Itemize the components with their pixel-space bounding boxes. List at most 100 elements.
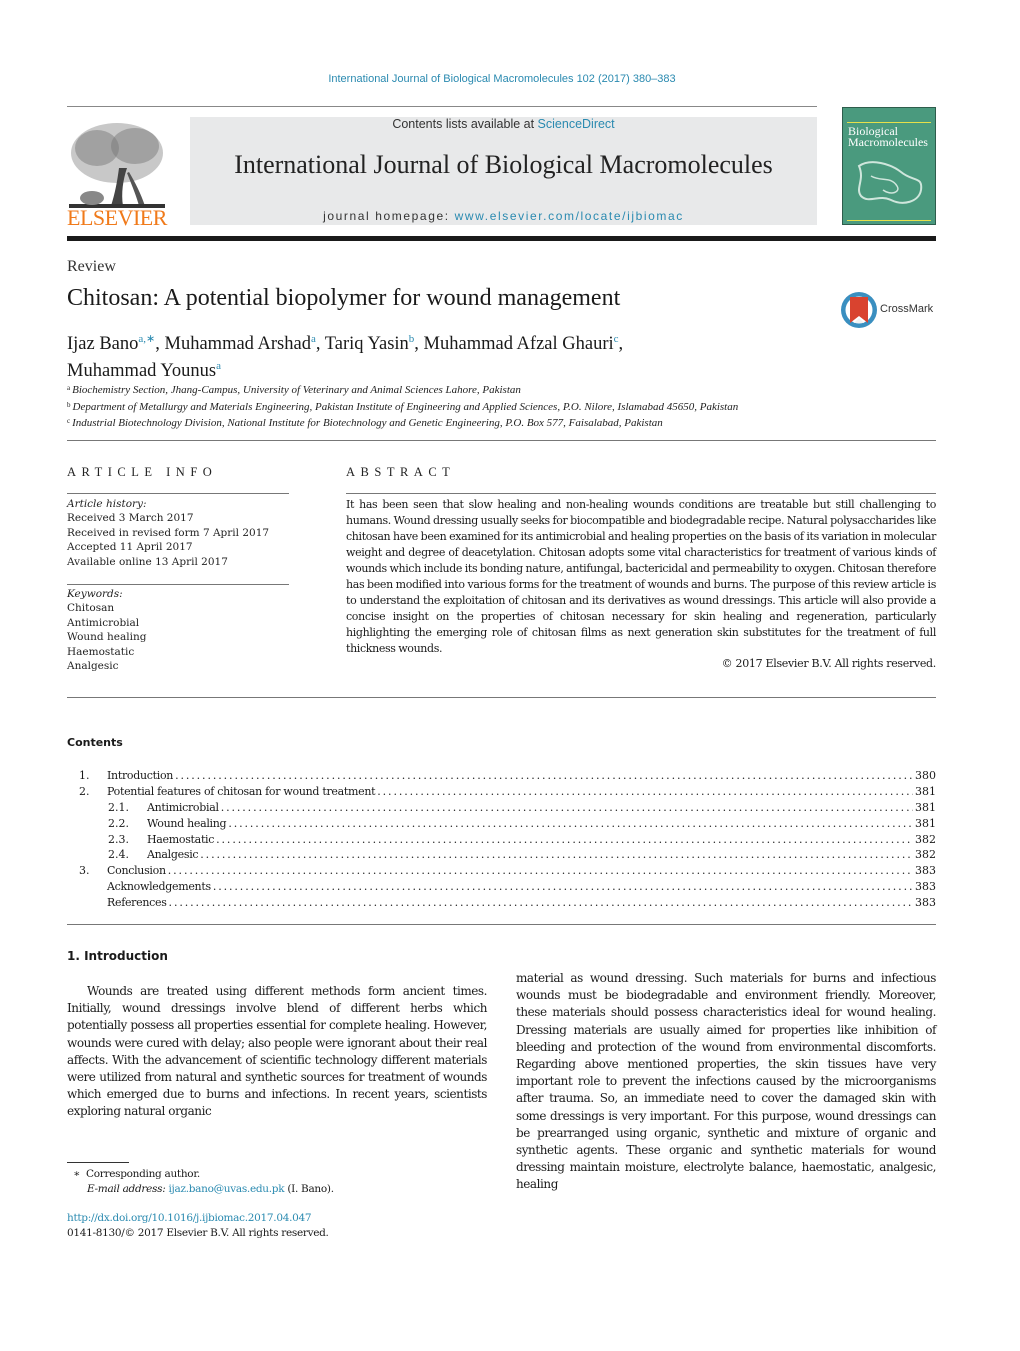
crossmark-label[interactable]: CrossMark: [880, 303, 933, 315]
author-name[interactable]: Muhammad Afzal Ghauri: [424, 334, 614, 354]
issn-copyright-line: 0141-8130/© 2017 Elsevier B.V. All right…: [67, 1226, 329, 1239]
author-name[interactable]: Tariq Yasin: [325, 334, 409, 354]
author-separator: ,: [315, 334, 325, 354]
toc-entry[interactable]: 2.4. Analgesic...........................…: [67, 847, 936, 863]
keywords: Keywords: Chitosan Antimicrobial Wound h…: [67, 587, 146, 673]
toc-entry[interactable]: 2.1. Antimicrobial.......................…: [67, 800, 936, 816]
toc-leader-dots: ........................................…: [175, 769, 913, 782]
toc-entry-label[interactable]: Introduction: [107, 768, 175, 784]
article-info-rule: [67, 584, 289, 585]
toc-entry-label[interactable]: Conclusion: [107, 863, 168, 879]
toc-leader-dots: ........................................…: [228, 816, 913, 830]
toc-entry-number: 2.2.: [108, 816, 129, 830]
author-name[interactable]: Muhammad Younus: [67, 361, 216, 381]
toc-entry-page[interactable]: 380: [913, 768, 936, 784]
keyword[interactable]: Antimicrobial: [67, 616, 146, 630]
article-title: Chitosan: A potential biopolymer for wou…: [67, 285, 621, 311]
affiliation-text: Department of Metallurgy and Materials E…: [72, 400, 739, 413]
toc-leader-dots: ........................................…: [212, 880, 913, 894]
contents-prefix: Contents lists available at: [392, 117, 538, 131]
journal-homepage-link[interactable]: www.elsevier.com/locate/ijbiomac: [455, 209, 684, 223]
author-name[interactable]: Muhammad Arshad: [165, 334, 311, 354]
toc-entry-number: [79, 895, 107, 911]
doi-link[interactable]: http://dx.doi.org/10.1016/j.ijbiomac.201…: [67, 1212, 312, 1224]
introduction-heading: 1. Introduction: [67, 949, 168, 963]
author-list: Ijaz Banoa,∗, Muhammad Arshada, Tariq Ya…: [67, 328, 807, 382]
author-separator: ,: [414, 334, 424, 354]
toc-leader-dots: ........................................…: [216, 832, 913, 846]
keyword[interactable]: Haemostatic: [67, 645, 146, 659]
affiliation-key: b: [67, 400, 71, 409]
author-name[interactable]: Ijaz Bano: [67, 334, 138, 354]
masthead-thick-rule: [67, 236, 936, 241]
email-link[interactable]: ijaz.bano@uvas.edu.pk: [168, 1183, 284, 1195]
author[interactable]: Tariq Yasinb: [325, 333, 415, 354]
body-text-right-column: material as wound dressing. Such materia…: [516, 971, 936, 1192]
affiliation: c Industrial Biotechnology Division, Nati…: [67, 414, 937, 431]
abstract-heading: ABSTRACT: [346, 465, 456, 479]
author[interactable]: Muhammad Arshada: [165, 333, 316, 354]
author[interactable]: Muhammad Younusa: [67, 360, 221, 381]
section-rule: [67, 440, 936, 441]
toc-entry-page[interactable]: 381: [913, 816, 936, 832]
email-note: E-mail address: ijaz.bano@uvas.edu.pk (I…: [67, 1182, 334, 1197]
toc-entry-page[interactable]: 383: [913, 895, 936, 911]
toc-entry-label[interactable]: Wound healing: [147, 816, 228, 832]
toc-entry[interactable]: Acknowledgements........................…: [67, 879, 936, 895]
section-rule: [67, 924, 936, 925]
toc-entry-number: 2.3.: [108, 832, 129, 846]
toc-entry-label[interactable]: Analgesic: [147, 847, 200, 863]
keyword[interactable]: Chitosan: [67, 601, 146, 615]
keyword[interactable]: Analgesic: [67, 659, 146, 673]
toc-entry-label[interactable]: Haemostatic: [147, 832, 216, 848]
top-rule: [67, 106, 817, 107]
author[interactable]: Muhammad Afzal Ghauric: [424, 333, 619, 354]
doi-block: http://dx.doi.org/10.1016/j.ijbiomac.201…: [67, 1211, 329, 1240]
toc-leader-dots: ........................................…: [220, 800, 913, 814]
article-history: Article history: Received 3 March 2017 R…: [67, 497, 269, 569]
footnotes: ∗ Corresponding author. E-mail address: …: [67, 1167, 334, 1196]
toc-entry-label[interactable]: Acknowledgements: [107, 879, 213, 895]
cover-title-line2: Macromolecules: [848, 135, 928, 149]
toc-entry-page[interactable]: 382: [913, 832, 936, 848]
affiliation: a Biochemistry Section, Jhang-Campus, Uni…: [67, 381, 937, 398]
author[interactable]: Ijaz Banoa,∗: [67, 333, 155, 354]
toc-entry-page[interactable]: 383: [913, 863, 936, 879]
email-suffix: (I. Bano).: [284, 1182, 334, 1195]
toc-entry[interactable]: 2.2. Wound healing.......................…: [67, 816, 936, 832]
abstract-rule: [346, 493, 936, 494]
toc-entry-number: 2.: [79, 784, 90, 798]
history-entry: Accepted 11 April 2017: [67, 541, 193, 554]
contents-heading: Contents: [67, 736, 123, 749]
author-separator: ,: [618, 334, 624, 354]
toc-entry-label[interactable]: Antimicrobial: [147, 800, 221, 816]
affiliation-key: c: [67, 417, 71, 426]
toc-entry[interactable]: 1. Introduction..........................…: [67, 768, 936, 784]
affiliation-key: a: [67, 384, 71, 392]
journal-cover-thumbnail[interactable]: Biological Macromolecules: [842, 107, 936, 225]
toc-entry-page[interactable]: 381: [913, 784, 936, 800]
toc-leader-dots: ........................................…: [200, 848, 913, 862]
author-affiliation-marker[interactable]: a,∗: [138, 333, 155, 345]
keyword[interactable]: Wound healing: [67, 630, 146, 644]
toc-entry[interactable]: 3. Conclusion............................…: [67, 863, 936, 879]
toc-entry-page[interactable]: 381: [913, 800, 936, 816]
toc-entry[interactable]: References..............................…: [67, 895, 936, 911]
toc-entry-page[interactable]: 383: [913, 879, 936, 895]
toc-entry[interactable]: 2. Potential features of chitosan for wou…: [67, 784, 936, 800]
toc-entry-page[interactable]: 382: [913, 847, 936, 863]
sciencedirect-link[interactable]: ScienceDirect: [538, 117, 615, 131]
email-label: E-mail address:: [87, 1182, 166, 1195]
toc-entry[interactable]: 2.3. Haemostatic.........................…: [67, 832, 936, 848]
author-separator: ,: [155, 334, 165, 354]
toc-entry-label[interactable]: Potential features of chitosan for wound…: [107, 784, 377, 800]
history-entry: Available online 13 April 2017: [67, 555, 228, 568]
article-history-label: Article history:: [67, 498, 147, 510]
history-entry: Received in revised form 7 April 2017: [67, 526, 270, 539]
author-affiliation-marker[interactable]: a: [216, 360, 221, 372]
homepage-prefix: journal homepage:: [323, 209, 455, 223]
running-head[interactable]: International Journal of Biological Macr…: [0, 73, 1004, 85]
toc-entry-label[interactable]: References: [107, 895, 169, 911]
affiliation-text: Biochemistry Section, Jhang-Campus, Univ…: [72, 384, 521, 396]
keywords-label: Keywords:: [67, 588, 123, 600]
